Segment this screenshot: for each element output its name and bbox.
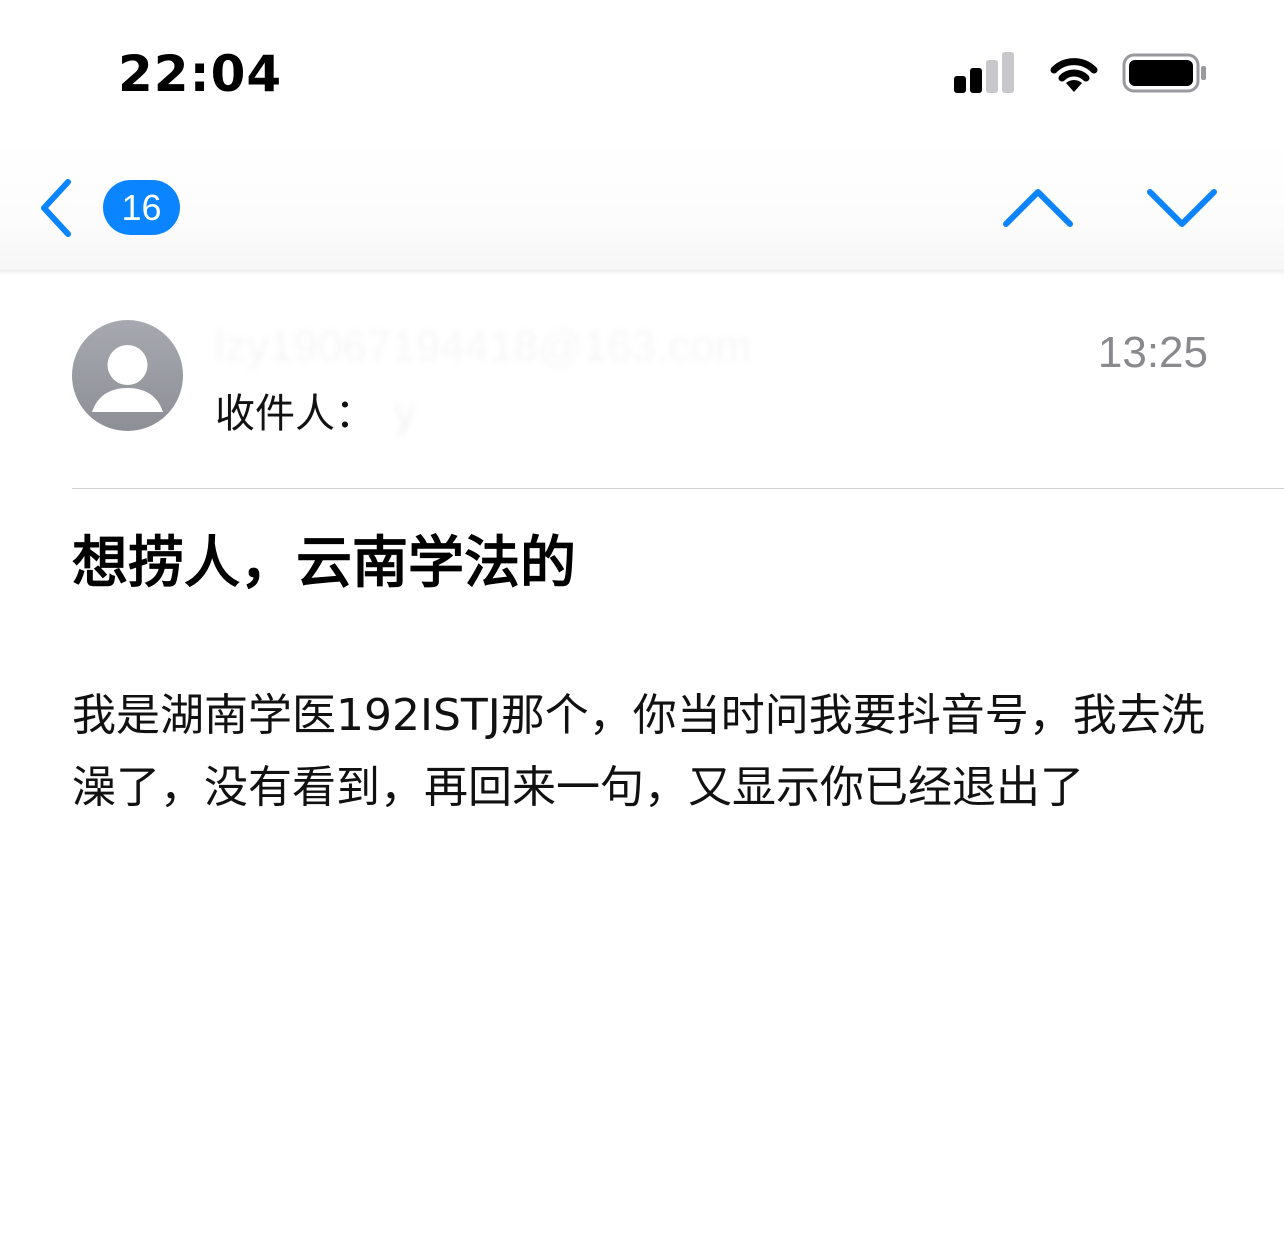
recipient-value[interactable]: y xyxy=(393,388,417,440)
message-time: 13:25 xyxy=(1097,328,1208,377)
mail-message-screen: 22:04 16 lzy19067194418@163.com 13:25 收件… xyxy=(0,0,1284,1233)
message-subject: 想捞人，云南学法的 xyxy=(72,531,576,596)
cellular-signal-icon xyxy=(954,52,1014,93)
back-button[interactable] xyxy=(34,176,84,240)
chevron-left-icon xyxy=(41,179,71,237)
sender-address[interactable]: lzy19067194418@163.com xyxy=(215,322,751,372)
status-bar: 22:04 xyxy=(0,0,1284,140)
nav-separator xyxy=(0,270,1284,276)
unread-count-badge[interactable]: 16 xyxy=(103,180,180,235)
person-icon xyxy=(92,345,163,412)
next-message-button[interactable] xyxy=(1144,184,1220,230)
nav-bar: 16 xyxy=(0,140,1284,274)
recipient-label: 收件人： xyxy=(215,391,375,437)
battery-icon xyxy=(1122,53,1206,93)
status-time: 22:04 xyxy=(118,45,283,103)
chevron-up-icon xyxy=(1003,189,1073,227)
previous-message-button[interactable] xyxy=(1000,184,1076,230)
header-divider xyxy=(72,488,1284,489)
message-body: 我是湖南学医192ISTJ那个，你当时问我要抖音号，我去洗澡了，没有看到，再回来… xyxy=(72,690,1205,813)
wifi-icon xyxy=(1050,58,1098,92)
sender-avatar[interactable] xyxy=(72,320,183,431)
chevron-down-icon xyxy=(1147,189,1217,227)
recipient-row: 收件人： y xyxy=(215,388,417,440)
